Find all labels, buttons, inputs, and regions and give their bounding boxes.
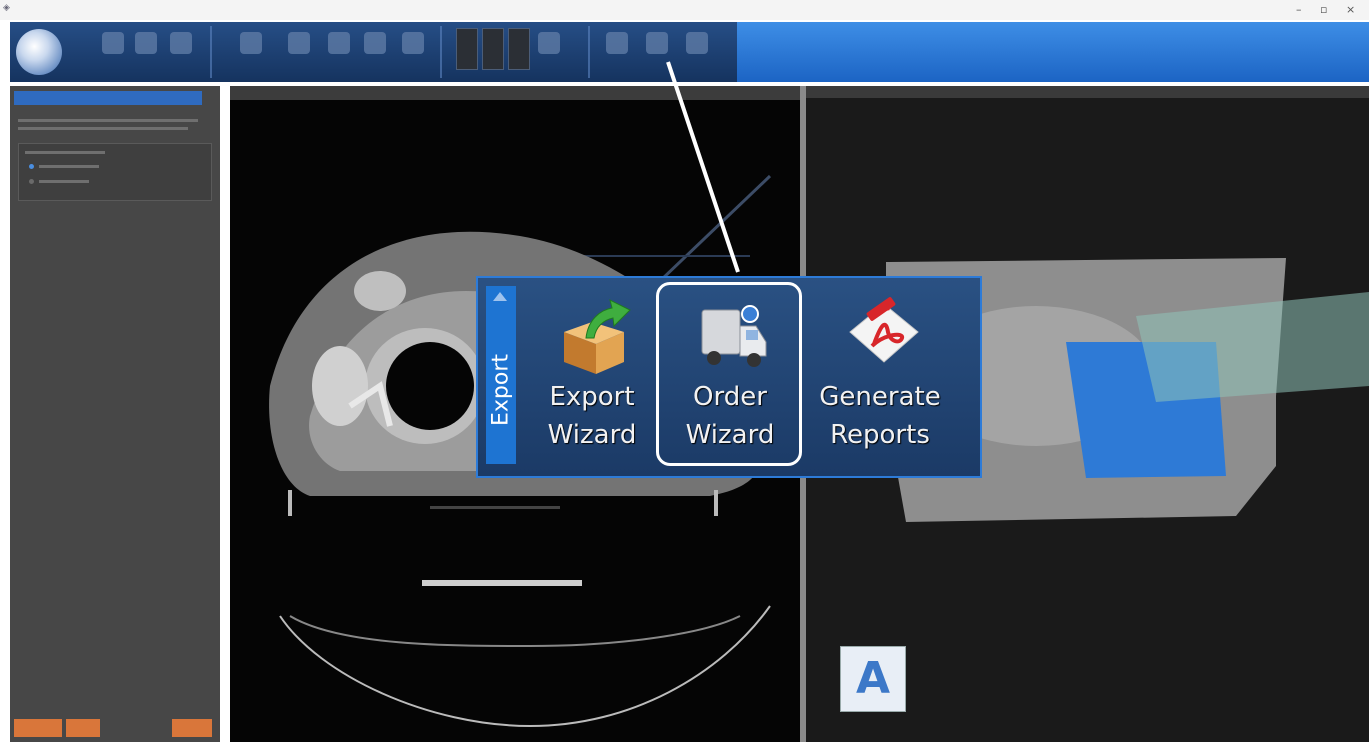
export-wizard-label-line1: Export	[549, 382, 635, 412]
generate-reports-label-line1: Generate	[819, 382, 941, 412]
order-wizard-highlight-frame	[656, 282, 802, 466]
box-export-icon	[564, 299, 631, 374]
collapse-arrow-icon[interactable]	[493, 292, 507, 301]
export-group-label: Export	[488, 353, 514, 427]
export-wizard-label-line2: Wizard	[547, 420, 637, 450]
export-wizard-button[interactable]: Export Wizard	[522, 278, 662, 476]
generate-reports-label-line2: Reports	[830, 420, 930, 450]
export-group-tab[interactable]: Export	[486, 286, 516, 464]
generate-reports-button[interactable]: Generate Reports	[810, 278, 950, 476]
export-ribbon-callout: Export Export Wizard Order Wizard Genera…	[476, 276, 982, 478]
pdf-report-icon	[849, 297, 919, 363]
